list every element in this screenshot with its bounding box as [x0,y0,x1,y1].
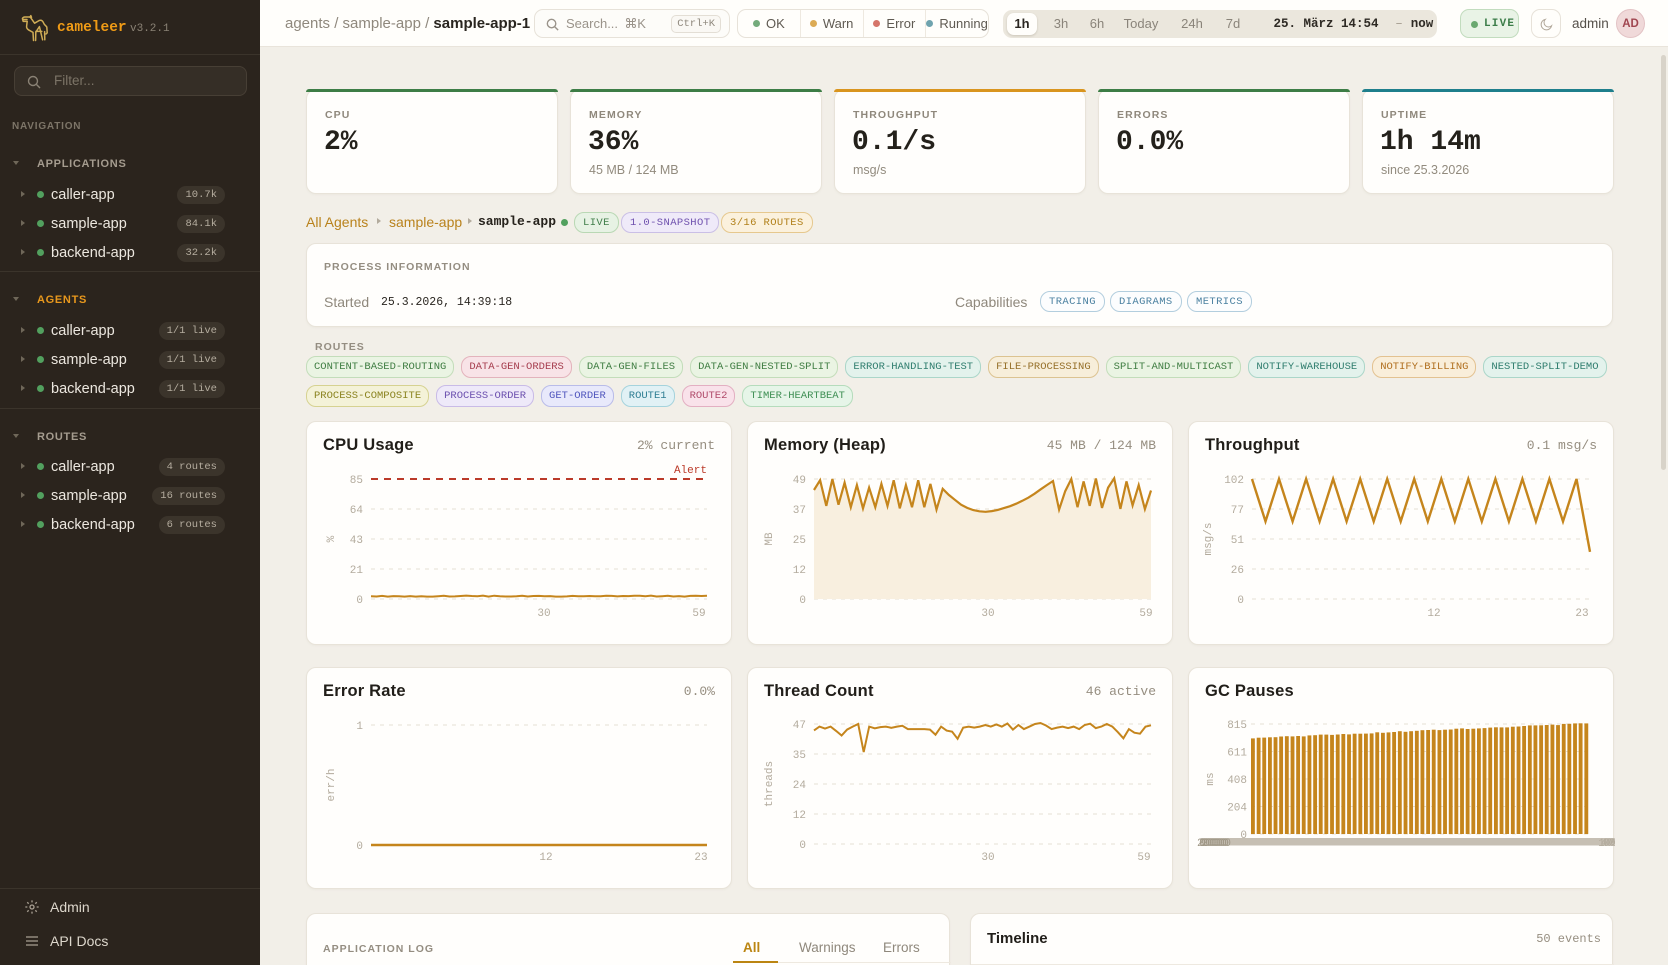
svg-text:43: 43 [350,535,363,547]
svg-text:35: 35 [793,750,806,762]
svg-text:MB: MB [764,532,776,546]
svg-text:threads: threads [764,761,776,807]
svg-text:77: 77 [1231,505,1244,517]
svg-text:59: 59 [1137,852,1150,864]
svg-text:64: 64 [350,505,364,517]
svg-text:24: 24 [793,780,807,792]
svg-text:0: 0 [356,595,363,607]
svg-text:ms: ms [1205,772,1217,785]
svg-text:611: 611 [1227,748,1247,760]
svg-text:85: 85 [350,475,363,487]
svg-text:23: 23 [694,852,707,864]
svg-text:204: 204 [1227,803,1247,815]
svg-text:25: 25 [793,535,806,547]
svg-text:err/h: err/h [326,768,338,801]
svg-text:12: 12 [793,565,806,577]
svg-text:0: 0 [1237,595,1244,607]
svg-text:49: 49 [793,475,806,487]
svg-text:0: 0 [799,595,806,607]
svg-text:59: 59 [1139,608,1152,620]
svg-text:14000560: 14000560 [1598,838,1615,850]
svg-text:Alert: Alert [674,465,707,477]
svg-text:30: 30 [981,852,994,864]
svg-text:20200000000000: 20200000000000 [1197,838,1230,850]
svg-text:23: 23 [1575,608,1588,620]
svg-text:21: 21 [350,565,364,577]
svg-text:%: % [326,535,338,542]
svg-text:815: 815 [1227,720,1247,732]
svg-text:msg/s: msg/s [1203,522,1215,555]
svg-text:47: 47 [793,720,806,732]
svg-text:0: 0 [799,840,806,852]
svg-text:30: 30 [981,608,994,620]
svg-text:408: 408 [1227,775,1247,787]
svg-text:1: 1 [356,721,363,733]
svg-text:0: 0 [356,841,363,853]
svg-text:12: 12 [539,852,552,864]
svg-text:12: 12 [1427,608,1440,620]
svg-text:59: 59 [692,608,705,620]
svg-text:12: 12 [793,810,806,822]
svg-text:30: 30 [537,608,550,620]
svg-text:51: 51 [1231,535,1245,547]
svg-text:26: 26 [1231,565,1244,577]
svg-text:37: 37 [793,505,806,517]
svg-text:102: 102 [1224,475,1244,487]
